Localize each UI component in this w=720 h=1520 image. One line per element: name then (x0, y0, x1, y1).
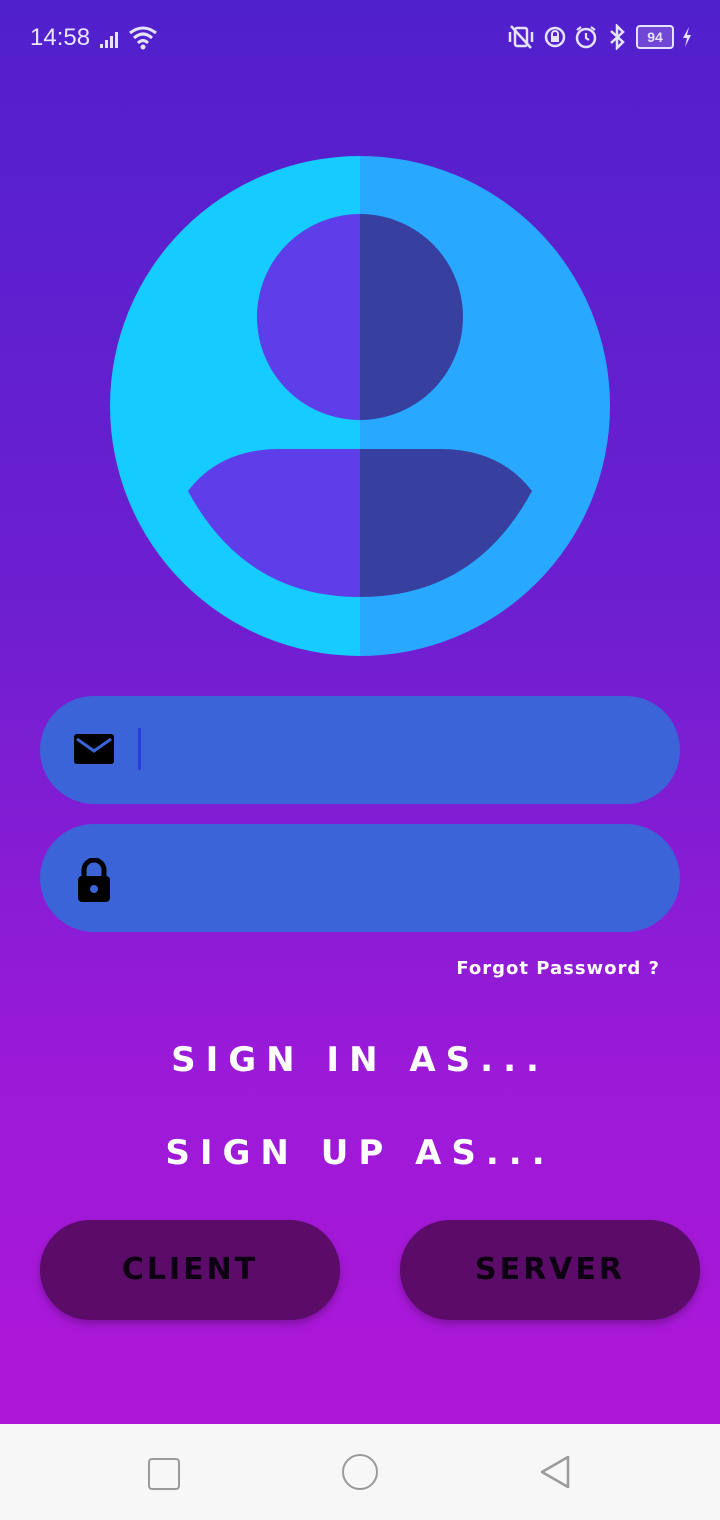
status-time: 14:58 (30, 24, 91, 51)
wifi-icon (129, 26, 157, 50)
status-icons: 94 (506, 24, 692, 50)
back-icon[interactable] (538, 1454, 572, 1490)
navigation-bar (0, 1424, 720, 1520)
password-input[interactable] (138, 824, 642, 934)
forgot-password-link[interactable]: Forgot Password ? (456, 958, 660, 979)
alarm-icon (575, 26, 597, 49)
password-field[interactable] (40, 824, 680, 934)
server-button[interactable]: SERVER (400, 1220, 700, 1320)
email-icon (74, 734, 114, 764)
rotation-lock-icon (544, 26, 566, 48)
client-button[interactable]: CLIENT (40, 1220, 340, 1320)
charging-icon (683, 27, 691, 47)
sign-in-as-link[interactable]: SIGN IN AS... (0, 1040, 720, 1080)
user-avatar-icon (110, 156, 610, 656)
recents-icon[interactable] (148, 1458, 180, 1490)
sign-up-as-link[interactable]: SIGN UP AS... (0, 1133, 720, 1173)
lock-icon (78, 858, 110, 902)
email-input[interactable] (138, 696, 642, 806)
battery-icon: 94 (636, 25, 674, 49)
home-icon[interactable] (342, 1454, 378, 1490)
signal-icon (100, 32, 118, 48)
bluetooth-icon (610, 24, 625, 50)
status-bar: 14:58 94 (0, 0, 720, 76)
email-field[interactable] (40, 696, 680, 806)
vibrate-icon (508, 25, 534, 49)
